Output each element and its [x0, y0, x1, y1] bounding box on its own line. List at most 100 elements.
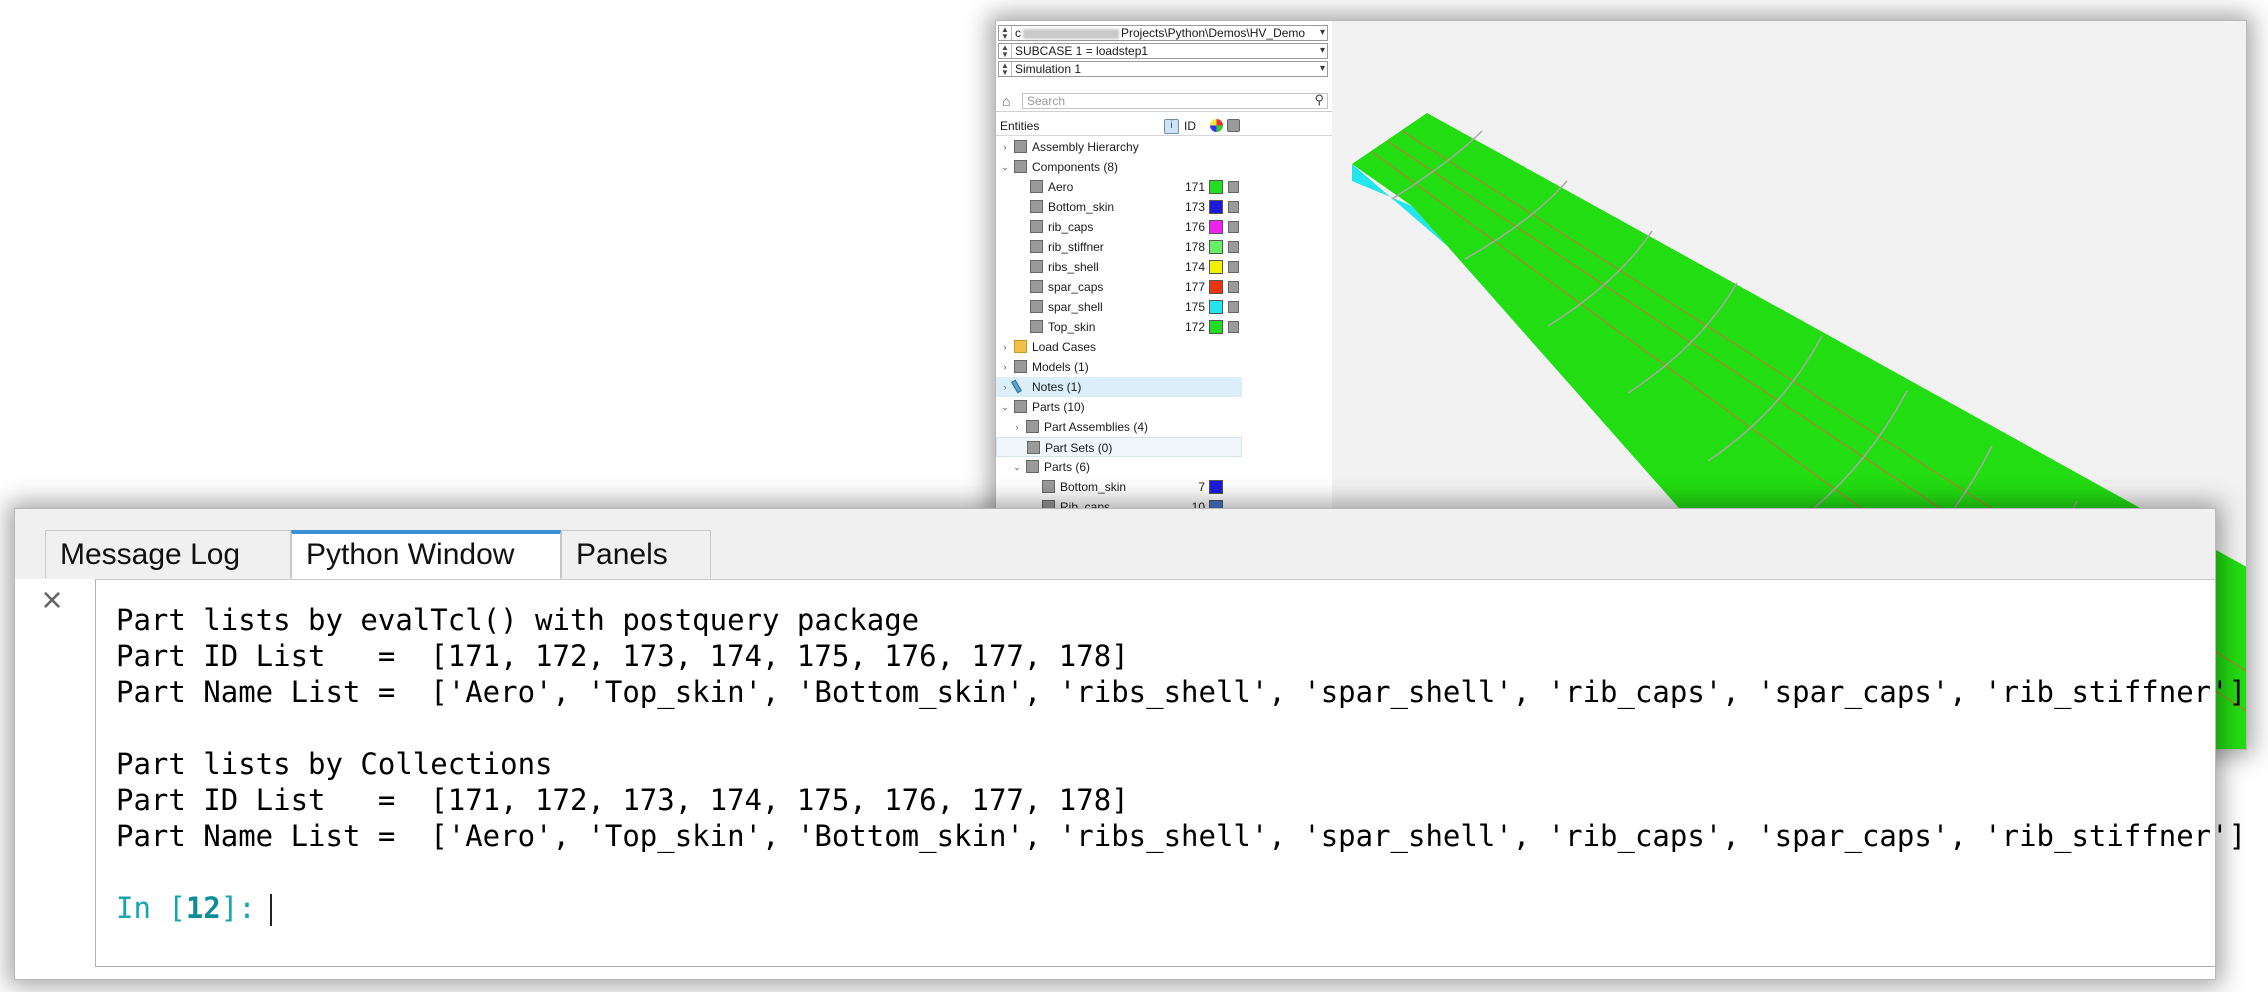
simulation-selector[interactable]: ▲ ▼ Simulation 1 ▾: [998, 61, 1328, 77]
tree-item-label: Load Cases: [1032, 340, 1097, 354]
tree-group[interactable]: ⌄ Components (8): [996, 157, 1332, 177]
prompt-number: 12: [185, 891, 221, 925]
color-swatch[interactable]: [1209, 220, 1223, 234]
tree-item[interactable]: Top_skin 172: [996, 317, 1332, 337]
visibility-icon[interactable]: [1228, 181, 1239, 193]
entities-label: Entities: [1000, 119, 1040, 133]
tree-item-label: spar_shell: [1048, 300, 1103, 314]
component-icon: [1030, 200, 1043, 213]
visibility-icon[interactable]: [1228, 201, 1239, 213]
tree-group[interactable]: › Part Assemblies (4): [996, 417, 1332, 437]
home-icon[interactable]: ⌂: [1002, 93, 1010, 109]
tree-group[interactable]: › Models (1): [996, 357, 1332, 377]
tree-item-label: Parts (6): [1044, 460, 1091, 474]
parts-icon: [1014, 400, 1027, 413]
path-suffix: Projects\Python\Demos\HV_Demo\a: [1121, 26, 1305, 40]
color-swatch[interactable]: [1209, 480, 1223, 494]
tree-item-id: 174: [1184, 260, 1205, 274]
expand-icon[interactable]: ›: [1000, 337, 1010, 357]
tree-item-label: Aero: [1048, 180, 1074, 194]
file-path-selector[interactable]: ▲ ▼ c Projects\Python\Demos\HV_Demo\a ▾: [998, 25, 1328, 41]
tab-panels[interactable]: Panels: [561, 530, 711, 578]
expand-icon[interactable]: ›: [1012, 417, 1022, 437]
close-icon[interactable]: ×: [37, 582, 67, 618]
chevron-down-icon[interactable]: ▾: [1320, 26, 1325, 40]
tree-group[interactable]: Part Sets (0): [996, 437, 1242, 457]
tree-item[interactable]: Bottom_skin 173: [996, 197, 1332, 217]
tree-item[interactable]: Aero 171: [996, 177, 1332, 197]
visibility-icon[interactable]: [1228, 241, 1239, 253]
search-icon[interactable]: ⚲: [1314, 92, 1324, 108]
subcase-value: SUBCASE 1 = loadstep1: [1015, 44, 1149, 58]
tree-item-id: 7: [1198, 480, 1205, 494]
spinner-icon[interactable]: ▲ ▼: [999, 44, 1012, 59]
expand-icon[interactable]: ›: [1000, 357, 1010, 377]
info-icon[interactable]: i: [1164, 119, 1179, 134]
console-line: Part Name List = ['Aero', 'Top_skin', 'B…: [116, 675, 2247, 709]
tree-group[interactable]: ⌄ Parts (6): [996, 457, 1332, 477]
tree-item[interactable]: spar_caps 177: [996, 277, 1332, 297]
assembly-icon: [1014, 140, 1027, 153]
console-line: Part Name List = ['Aero', 'Top_skin', 'B…: [116, 819, 2247, 853]
path-prefix: c: [1015, 26, 1021, 40]
collapse-icon[interactable]: ⌄: [1000, 157, 1010, 177]
color-swatch[interactable]: [1209, 260, 1223, 274]
visibility-icon[interactable]: [1228, 301, 1239, 313]
tree-item-label: Notes (1): [1032, 380, 1082, 394]
tree-group[interactable]: ⌄ Parts (10): [996, 397, 1332, 417]
tree-item-label: rib_caps: [1048, 220, 1094, 234]
tree-group[interactable]: › Load Cases: [996, 337, 1332, 357]
expand-icon[interactable]: ›: [1000, 377, 1010, 397]
component-icon: [1030, 260, 1043, 273]
color-swatch[interactable]: [1209, 200, 1223, 214]
console-line: Part ID List = [171, 172, 173, 174, 175,…: [116, 783, 1129, 817]
input-prompt[interactable]: In [12]:: [116, 890, 272, 926]
color-swatch[interactable]: [1209, 180, 1223, 194]
tree-item[interactable]: rib_stiffner 178: [996, 237, 1332, 257]
search-row: ⌂ Search ⚲: [996, 91, 1332, 112]
component-icon: [1030, 280, 1043, 293]
color-swatch[interactable]: [1209, 320, 1223, 334]
tree-item-label: spar_caps: [1048, 280, 1104, 294]
color-swatch[interactable]: [1209, 280, 1223, 294]
chevron-down-icon[interactable]: ▾: [1320, 62, 1325, 76]
tree-group[interactable]: › Notes (1): [996, 377, 1242, 397]
color-swatch[interactable]: [1209, 300, 1223, 314]
visibility-column-icon[interactable]: [1227, 119, 1240, 132]
tree-item[interactable]: spar_shell 175: [996, 297, 1332, 317]
expand-icon[interactable]: ›: [1000, 137, 1010, 157]
spinner-icon[interactable]: ▲ ▼: [999, 26, 1012, 41]
tree-item-label: Top_skin: [1048, 320, 1096, 334]
visibility-icon[interactable]: [1228, 221, 1239, 233]
component-icon: [1030, 180, 1043, 193]
tree-item-label: Bottom_skin: [1048, 200, 1115, 214]
chevron-down-icon[interactable]: ▾: [1320, 44, 1325, 58]
python-console[interactable]: Part lists by evalTcl() with postquery p…: [95, 579, 2246, 967]
visibility-icon[interactable]: [1228, 261, 1239, 273]
tree-item-label: Models (1): [1032, 360, 1089, 374]
tree-item[interactable]: ribs_shell 174: [996, 257, 1332, 277]
parts-icon: [1026, 460, 1039, 473]
tree-item-id: 171: [1184, 180, 1205, 194]
tree-item-id: 172: [1184, 320, 1205, 334]
redacted-path: [1023, 28, 1119, 39]
tree-item[interactable]: rib_caps 176: [996, 217, 1332, 237]
spinner-icon[interactable]: ▲ ▼: [999, 62, 1012, 77]
tab-python-window[interactable]: Python Window: [291, 530, 561, 580]
collapse-icon[interactable]: ⌄: [1000, 397, 1010, 417]
collapse-icon[interactable]: ⌄: [1012, 457, 1022, 477]
color-column-icon[interactable]: [1210, 119, 1223, 132]
tree-item-label: Bottom_skin: [1060, 480, 1127, 494]
visibility-icon[interactable]: [1228, 321, 1239, 333]
component-icon: [1030, 320, 1043, 333]
id-column-header[interactable]: ID: [1184, 117, 1196, 135]
entities-header: Entities i ID: [996, 117, 1332, 136]
console-line: Part ID List = [171, 172, 173, 174, 175,…: [116, 639, 1129, 673]
subcase-selector[interactable]: ▲ ▼ SUBCASE 1 = loadstep1 ▾: [998, 43, 1328, 59]
tree-group[interactable]: › Assembly Hierarchy: [996, 137, 1332, 157]
color-swatch[interactable]: [1209, 240, 1223, 254]
search-input[interactable]: Search: [1022, 93, 1328, 109]
visibility-icon[interactable]: [1228, 281, 1239, 293]
tree-item[interactable]: Bottom_skin 7: [996, 477, 1332, 497]
tab-message-log[interactable]: Message Log: [45, 530, 291, 578]
